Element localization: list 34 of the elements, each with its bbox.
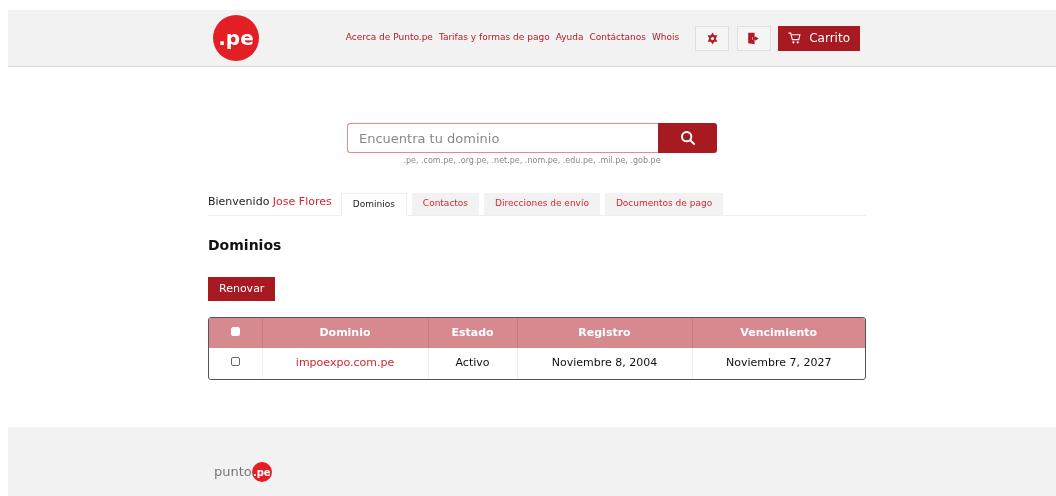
checkbox[interactable] (230, 357, 240, 367)
column-header: Registro (517, 318, 692, 348)
renew-button[interactable]: Renovar (208, 277, 276, 301)
extensions-hint: .pe, .com.pe, .org.pe, .net.pe, .nom.pe, .edu.pe, .mil.pe, .gob.pe (403, 155, 661, 167)
logout-button[interactable] (737, 25, 772, 51)
table-cell: Noviembre 8, 2004 (551, 356, 658, 370)
search-button[interactable] (658, 123, 717, 153)
tab[interactable]: Documentos de pago (604, 193, 724, 215)
column-header: Vencimiento (692, 318, 865, 348)
nav-link[interactable]: Whois (651, 31, 680, 45)
tab[interactable]: Dominios (340, 193, 407, 216)
tab[interactable]: Direcciones de envío (484, 193, 600, 215)
star-icon (705, 31, 719, 45)
footer-logo[interactable]: punto.pe (214, 462, 272, 482)
search-icon (679, 130, 696, 146)
logout-icon (747, 31, 762, 45)
nav-link[interactable]: Acerca de Punto.pe (345, 31, 433, 45)
column-header: Estado (428, 318, 517, 348)
tab[interactable]: Contactos (411, 193, 480, 215)
nav-link[interactable]: Ayuda (555, 31, 584, 45)
cart-button[interactable]: Carrito (778, 25, 860, 51)
section-title: Dominios (208, 236, 283, 255)
column-header: Dominio (262, 318, 428, 348)
settings-button[interactable] (695, 25, 730, 51)
user-name[interactable]: Jose Flores (272, 194, 332, 208)
welcome-label: Bienvenido (208, 194, 270, 208)
table-cell: Noviembre 7, 2027 (726, 356, 832, 370)
domain-link[interactable]: impoexpo.com.pe (295, 356, 395, 370)
logo[interactable]: .pe (213, 15, 259, 61)
search-field[interactable]: Encuentra tu dominio (347, 123, 658, 153)
nav-link[interactable]: Tarifas y formas de pago (438, 31, 550, 45)
nav-link[interactable]: Contáctanos (589, 31, 646, 45)
cart-icon (788, 32, 802, 44)
table-cell: Activo (455, 356, 490, 370)
